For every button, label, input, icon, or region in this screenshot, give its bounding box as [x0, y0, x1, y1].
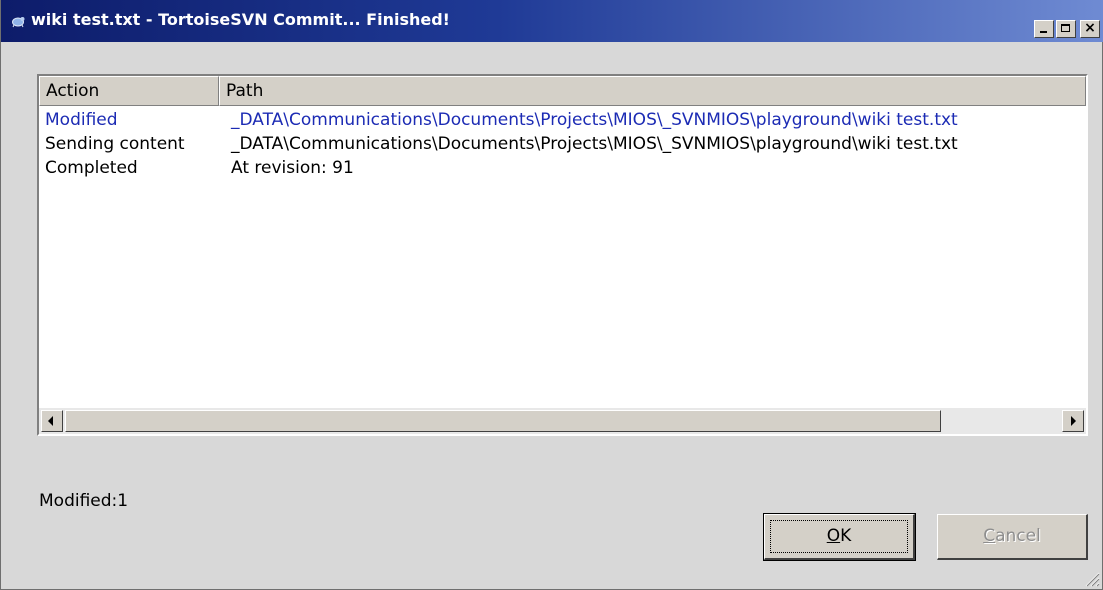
column-header-action[interactable]: Action [39, 76, 219, 106]
window-title: wiki test.txt - TortoiseSVN Commit... Fi… [31, 10, 450, 29]
scrollbar-thumb[interactable] [65, 410, 941, 432]
arrow-right-icon[interactable] [1062, 410, 1084, 432]
minimize-icon [1040, 31, 1047, 33]
row-path: _DATA\Communications\Documents\Projects\… [231, 134, 958, 154]
column-header-path[interactable]: Path [219, 76, 1086, 106]
list-header: Action Path [39, 76, 1086, 106]
row-action: Completed [45, 158, 138, 178]
row-path: _DATA\Communications\Documents\Projects\… [231, 110, 958, 130]
list-rows: Modified _DATA\Communications\Documents\… [39, 108, 1086, 180]
cancel-label-rest: ancel [995, 526, 1041, 546]
maximize-button[interactable] [1056, 20, 1076, 38]
title-bar[interactable]: wiki test.txt - TortoiseSVN Commit... Fi… [1, 0, 1103, 42]
cancel-mnemonic: C [983, 526, 996, 546]
cancel-button[interactable]: Cancel [937, 514, 1088, 560]
list-row[interactable]: Modified _DATA\Communications\Documents\… [39, 108, 1086, 132]
commit-dialog-window: wiki test.txt - TortoiseSVN Commit... Fi… [0, 0, 1103, 590]
maximize-icon [1061, 24, 1070, 32]
close-icon: × [1084, 20, 1096, 36]
status-summary: Modified:1 [39, 491, 129, 511]
resize-grip-icon[interactable] [1082, 569, 1100, 587]
list-row[interactable]: Completed At revision: 91 [39, 156, 1086, 180]
close-button[interactable]: × [1080, 20, 1100, 38]
arrow-left-icon[interactable] [41, 410, 63, 432]
row-action: Modified [45, 110, 118, 130]
focus-rectangle [770, 520, 908, 553]
horizontal-scrollbar[interactable] [39, 408, 1086, 434]
minimize-button[interactable] [1034, 20, 1054, 38]
row-action: Sending content [45, 134, 185, 154]
ok-button[interactable]: OK [763, 513, 916, 561]
tortoisesvn-icon [12, 17, 25, 28]
list-row[interactable]: Sending content _DATA\Communications\Doc… [39, 132, 1086, 156]
results-list[interactable]: Action Path Modified _DATA\Communication… [37, 74, 1088, 436]
row-path: At revision: 91 [231, 158, 354, 178]
title-buttons: × [1034, 20, 1100, 38]
